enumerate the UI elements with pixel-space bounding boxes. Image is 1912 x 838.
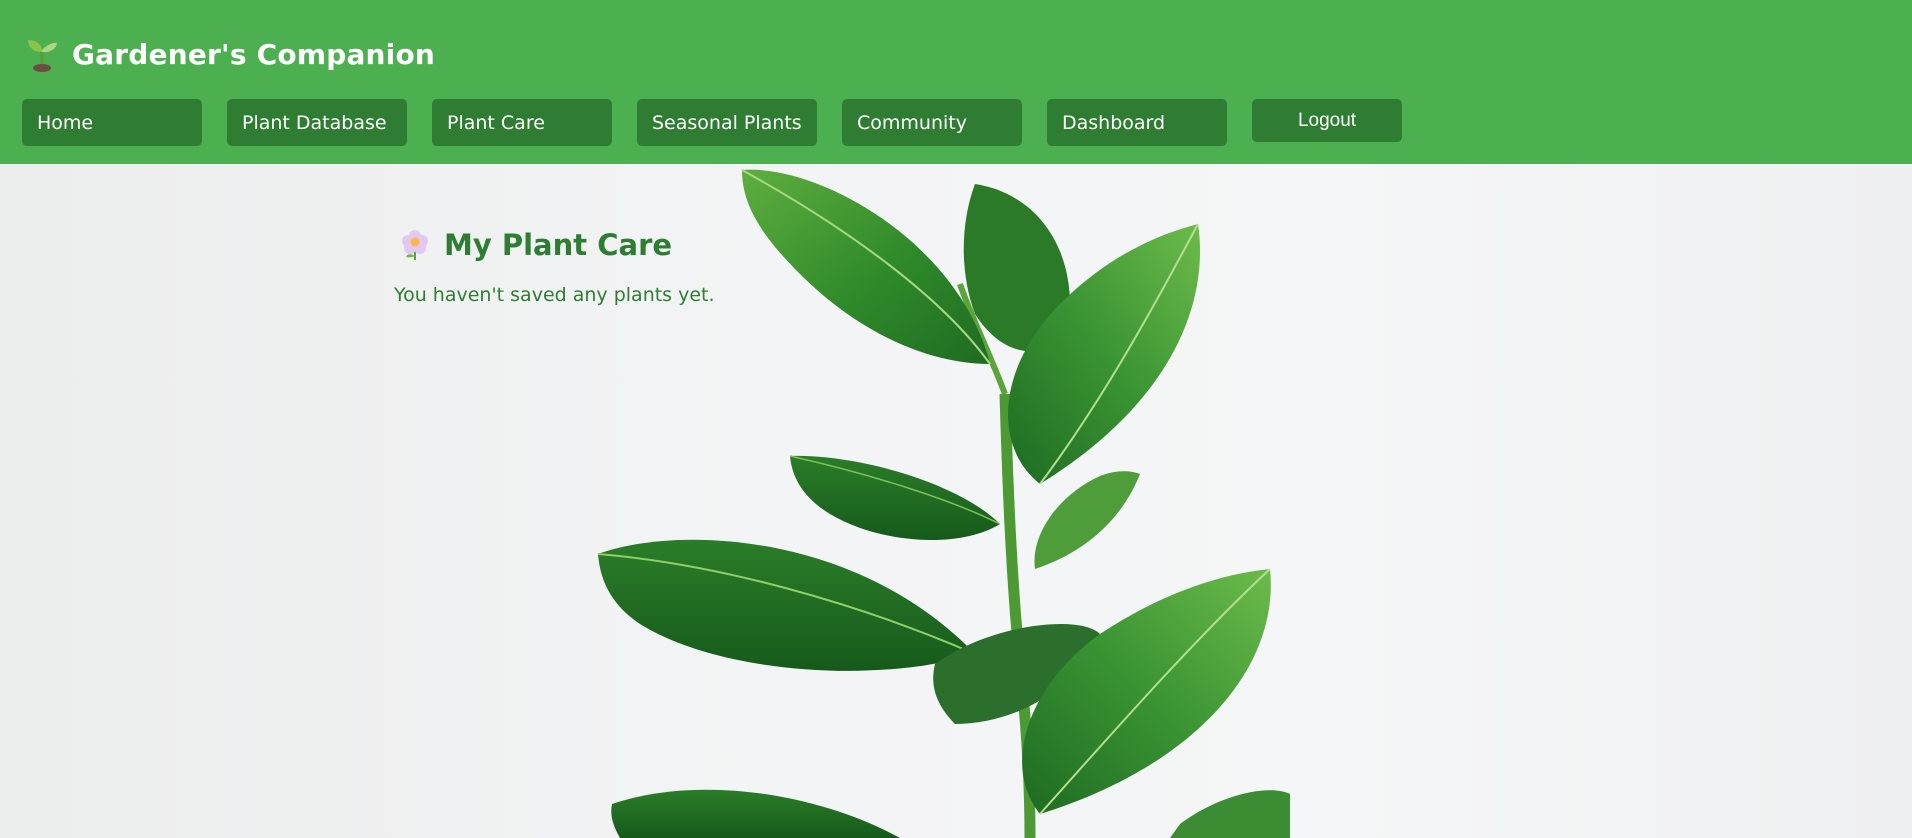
nav-home[interactable]: Home: [22, 99, 202, 146]
nav-plant-care[interactable]: Plant Care: [432, 99, 612, 146]
empty-state-message: You haven't saved any plants yet.: [394, 284, 715, 306]
section-header: My Plant Care: [400, 228, 1094, 262]
nav-community[interactable]: Community: [842, 99, 1022, 146]
page-title: My Plant Care: [444, 228, 673, 262]
nav-seasonal-plants[interactable]: Seasonal Plants: [637, 99, 817, 146]
seedling-icon: [28, 40, 57, 72]
app-title: Gardener's Companion: [72, 37, 436, 71]
blossom-icon: [402, 230, 428, 260]
logout-button[interactable]: Logout: [1252, 99, 1402, 142]
nav-dashboard[interactable]: Dashboard: [1047, 99, 1227, 146]
main-content: My Plant Care You haven't saved any plan…: [394, 228, 1094, 306]
brand[interactable]: Gardener's Companion: [26, 36, 435, 72]
app-header: Gardener's Companion Home Plant Database…: [0, 0, 1912, 164]
nav-plant-database[interactable]: Plant Database: [227, 99, 407, 146]
